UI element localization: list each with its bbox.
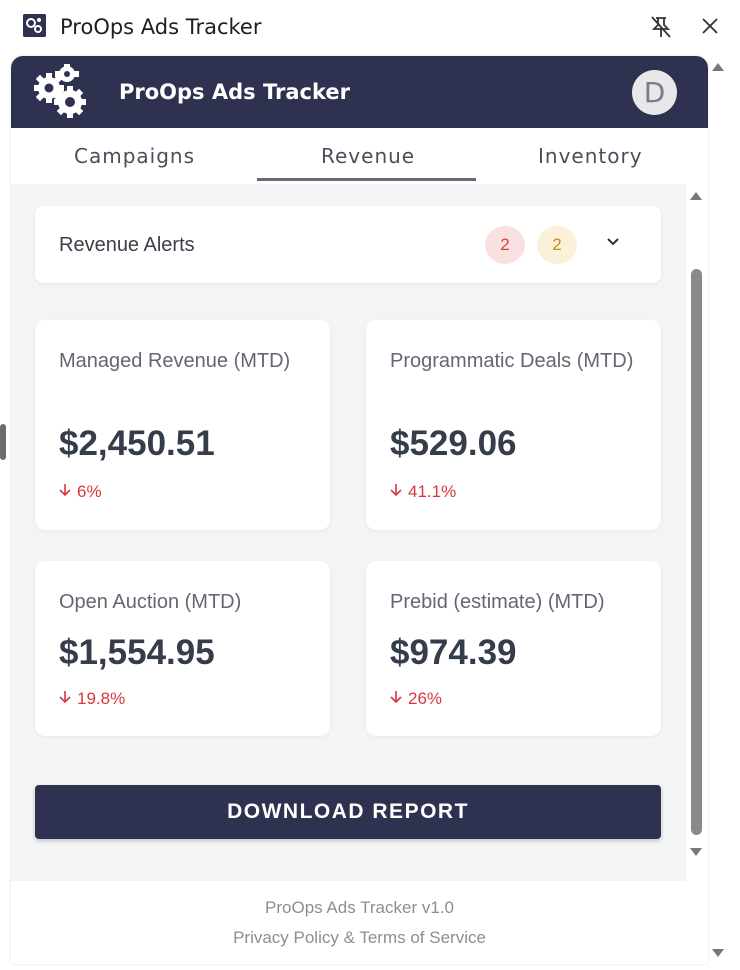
metric-change-value: 26% — [408, 689, 443, 708]
outer-scroll-up-icon[interactable] — [711, 60, 725, 74]
revenue-content — [11, 184, 686, 881]
content-scroll-up-icon[interactable] — [689, 190, 703, 202]
metric-value: $1,554.95 — [59, 633, 215, 672]
metric-value: $974.39 — [390, 633, 517, 672]
resize-handle[interactable] — [0, 424, 6, 460]
metric-change: 6% — [59, 482, 102, 502]
window-titlebar: ProOps Ads Tracker — [0, 0, 740, 56]
app-title: ProOps Ads Tracker — [119, 80, 350, 104]
metric-change-value: 19.8% — [77, 689, 126, 708]
close-icon[interactable] — [698, 14, 722, 38]
metric-label: Programmatic Deals (MTD) — [390, 350, 634, 372]
metric-change: 19.8% — [59, 689, 125, 709]
revenue-alerts-panel[interactable]: Revenue Alerts 2 2 — [35, 206, 661, 283]
tab-revenue[interactable]: Revenue — [321, 144, 415, 168]
app-header: ProOps Ads Tracker D — [11, 56, 708, 128]
arrow-down-icon — [59, 484, 71, 497]
critical-alert-badge: 2 — [485, 226, 525, 264]
chevron-down-icon[interactable] — [605, 234, 621, 250]
tab-bar: Campaigns Revenue Inventory — [11, 128, 708, 184]
tab-campaigns[interactable]: Campaigns — [74, 144, 195, 168]
app-gears-icon — [23, 14, 46, 37]
footer: ProOps Ads Tracker v1.0 Privacy Policy &… — [11, 881, 708, 964]
metric-value: $2,450.51 — [59, 424, 215, 463]
arrow-down-icon — [390, 691, 402, 704]
metric-card-managed-revenue: Managed Revenue (MTD) $2,450.51 6% — [35, 320, 330, 530]
unpin-icon[interactable] — [648, 14, 674, 40]
metric-card-programmatic-deals: Programmatic Deals (MTD) $529.06 41.1% — [366, 320, 661, 530]
metric-card-open-auction: Open Auction (MTD) $1,554.95 19.8% — [35, 561, 330, 736]
privacy-terms-link[interactable]: Privacy Policy & Terms of Service — [11, 928, 708, 948]
content-scrollbar-thumb[interactable] — [691, 269, 702, 835]
metric-change: 41.1% — [390, 482, 456, 502]
metric-label: Managed Revenue (MTD) — [59, 350, 291, 372]
arrow-down-icon — [390, 484, 402, 497]
metric-change-value: 6% — [77, 482, 102, 501]
metric-label: Prebid (estimate) (MTD) — [390, 591, 605, 613]
metric-value: $529.06 — [390, 424, 517, 463]
window-title: ProOps Ads Tracker — [60, 15, 262, 39]
metric-card-prebid: Prebid (estimate) (MTD) $974.39 26% — [366, 561, 661, 736]
arrow-down-icon — [59, 691, 71, 704]
content-scroll-down-icon[interactable] — [689, 846, 703, 858]
user-avatar[interactable]: D — [632, 70, 677, 115]
alerts-title: Revenue Alerts — [59, 234, 195, 256]
download-report-button[interactable]: DOWNLOAD REPORT — [35, 785, 661, 839]
footer-version: ProOps Ads Tracker v1.0 — [265, 898, 454, 917]
metric-change-value: 41.1% — [408, 482, 457, 501]
active-tab-indicator — [257, 178, 476, 181]
extension-panel: ProOps Ads Tracker D Campaigns Revenue I… — [11, 56, 708, 964]
gears-logo-icon — [34, 64, 86, 118]
warning-alert-badge: 2 — [537, 226, 577, 264]
metric-label: Open Auction (MTD) — [59, 591, 242, 613]
metric-change: 26% — [390, 689, 442, 709]
tab-inventory[interactable]: Inventory — [538, 144, 643, 168]
outer-scroll-down-icon[interactable] — [711, 946, 725, 960]
